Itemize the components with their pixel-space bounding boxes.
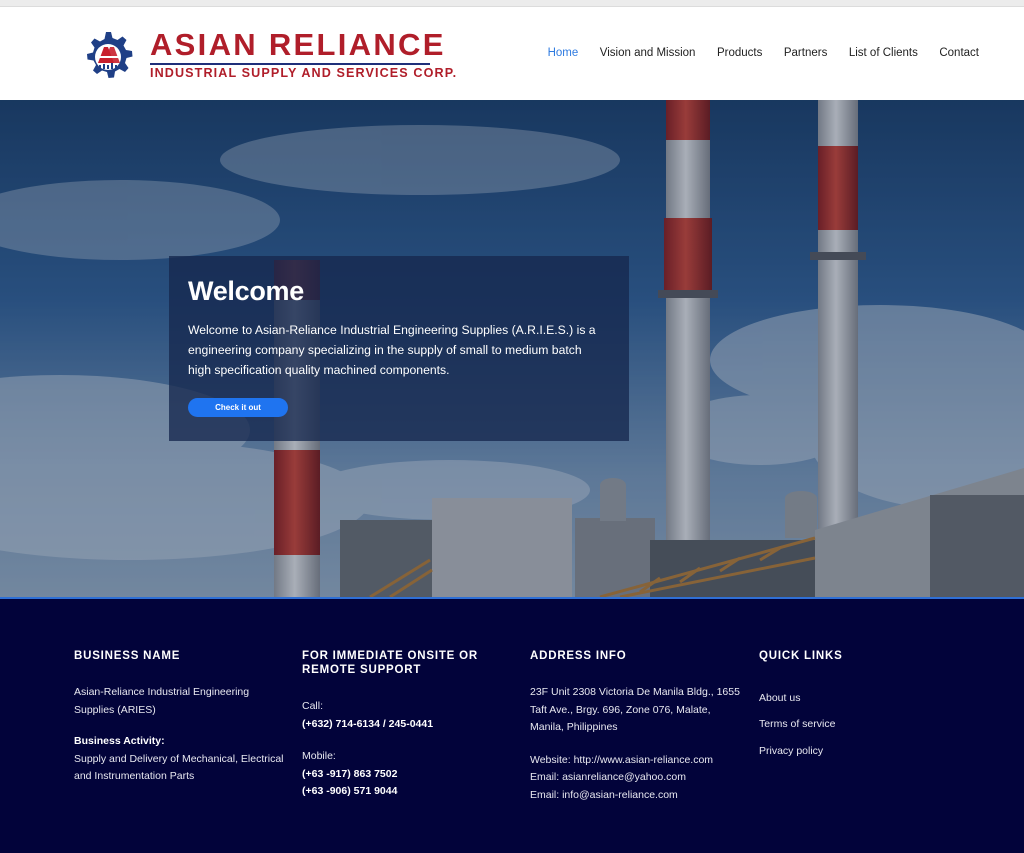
main-nav: Home Vision and Mission Products Partner… [526,47,979,59]
brand-divider [150,63,430,65]
brand-logo[interactable]: ASIAN RELIANCE INDUSTRIAL SUPPLY AND SER… [68,27,456,85]
footer-address-column: ADDRESS INFO 23F Unit 2308 Victoria De M… [530,649,745,804]
mobile-label: Mobile: [302,750,336,762]
brand-subtitle: INDUSTRIAL SUPPLY AND SERVICES CORP. [150,66,458,80]
footer-support-column: FOR IMMEDIATE ONSITE OR REMOTE SUPPORT C… [302,649,517,801]
mobile-number-1: (+63 -917) 863 7502 [302,767,398,780]
address-text: 23F Unit 2308 Victoria De Manila Bldg., … [530,686,740,733]
site-footer: BUSINESS NAME Asian-Reliance Industrial … [0,599,1024,853]
welcome-box: Welcome Welcome to Asian-Reliance Indust… [169,256,629,441]
browser-top-strip [0,0,1024,7]
business-activity-label: Business Activity: [74,735,165,747]
site-header: ASIAN RELIANCE INDUSTRIAL SUPPLY AND SER… [0,7,1024,100]
nav-partners[interactable]: Partners [784,47,827,59]
nav-home[interactable]: Home [548,47,579,59]
quick-links-heading: QUICK LINKS [759,650,843,662]
nav-list-of-clients[interactable]: List of Clients [849,47,918,59]
business-heading: BUSINESS NAME [74,650,181,662]
link-about-us[interactable]: About us [759,692,974,705]
nav-products[interactable]: Products [717,47,762,59]
nav-vision-mission[interactable]: Vision and Mission [600,47,696,59]
business-activity: Supply and Delivery of Mechanical, Elect… [74,752,284,783]
nav-contact[interactable]: Contact [939,47,979,59]
email-1[interactable]: Email: asianreliance@yahoo.com [530,769,745,787]
call-label: Call: [302,700,324,712]
brand-title: ASIAN RELIANCE [150,27,446,62]
welcome-title: Welcome [188,276,304,306]
footer-business-column: BUSINESS NAME Asian-Reliance Industrial … [74,649,289,786]
call-numbers: (+632) 714-6134 / 245-0441 [302,717,434,730]
welcome-text: Welcome to Asian-Reliance Industrial Eng… [188,323,596,377]
support-heading: FOR IMMEDIATE ONSITE OR REMOTE SUPPORT [302,650,478,676]
mobile-number-2: (+63 -906) 571 9044 [302,785,398,797]
footer-quick-links-column: QUICK LINKS About us Terms of service Pr… [759,649,974,758]
address-heading: ADDRESS INFO [530,650,627,662]
link-terms-of-service[interactable]: Terms of service [759,718,974,731]
gear-logo-icon [87,32,133,78]
link-privacy-policy[interactable]: Privacy policy [759,745,974,758]
business-name: Asian-Reliance Industrial Engineering Su… [74,686,250,716]
email-2[interactable]: Email: info@asian-reliance.com [530,787,745,805]
check-it-out-button[interactable]: Check it out [188,398,288,417]
website-text[interactable]: Website: http://www.asian-reliance.com [530,752,745,770]
